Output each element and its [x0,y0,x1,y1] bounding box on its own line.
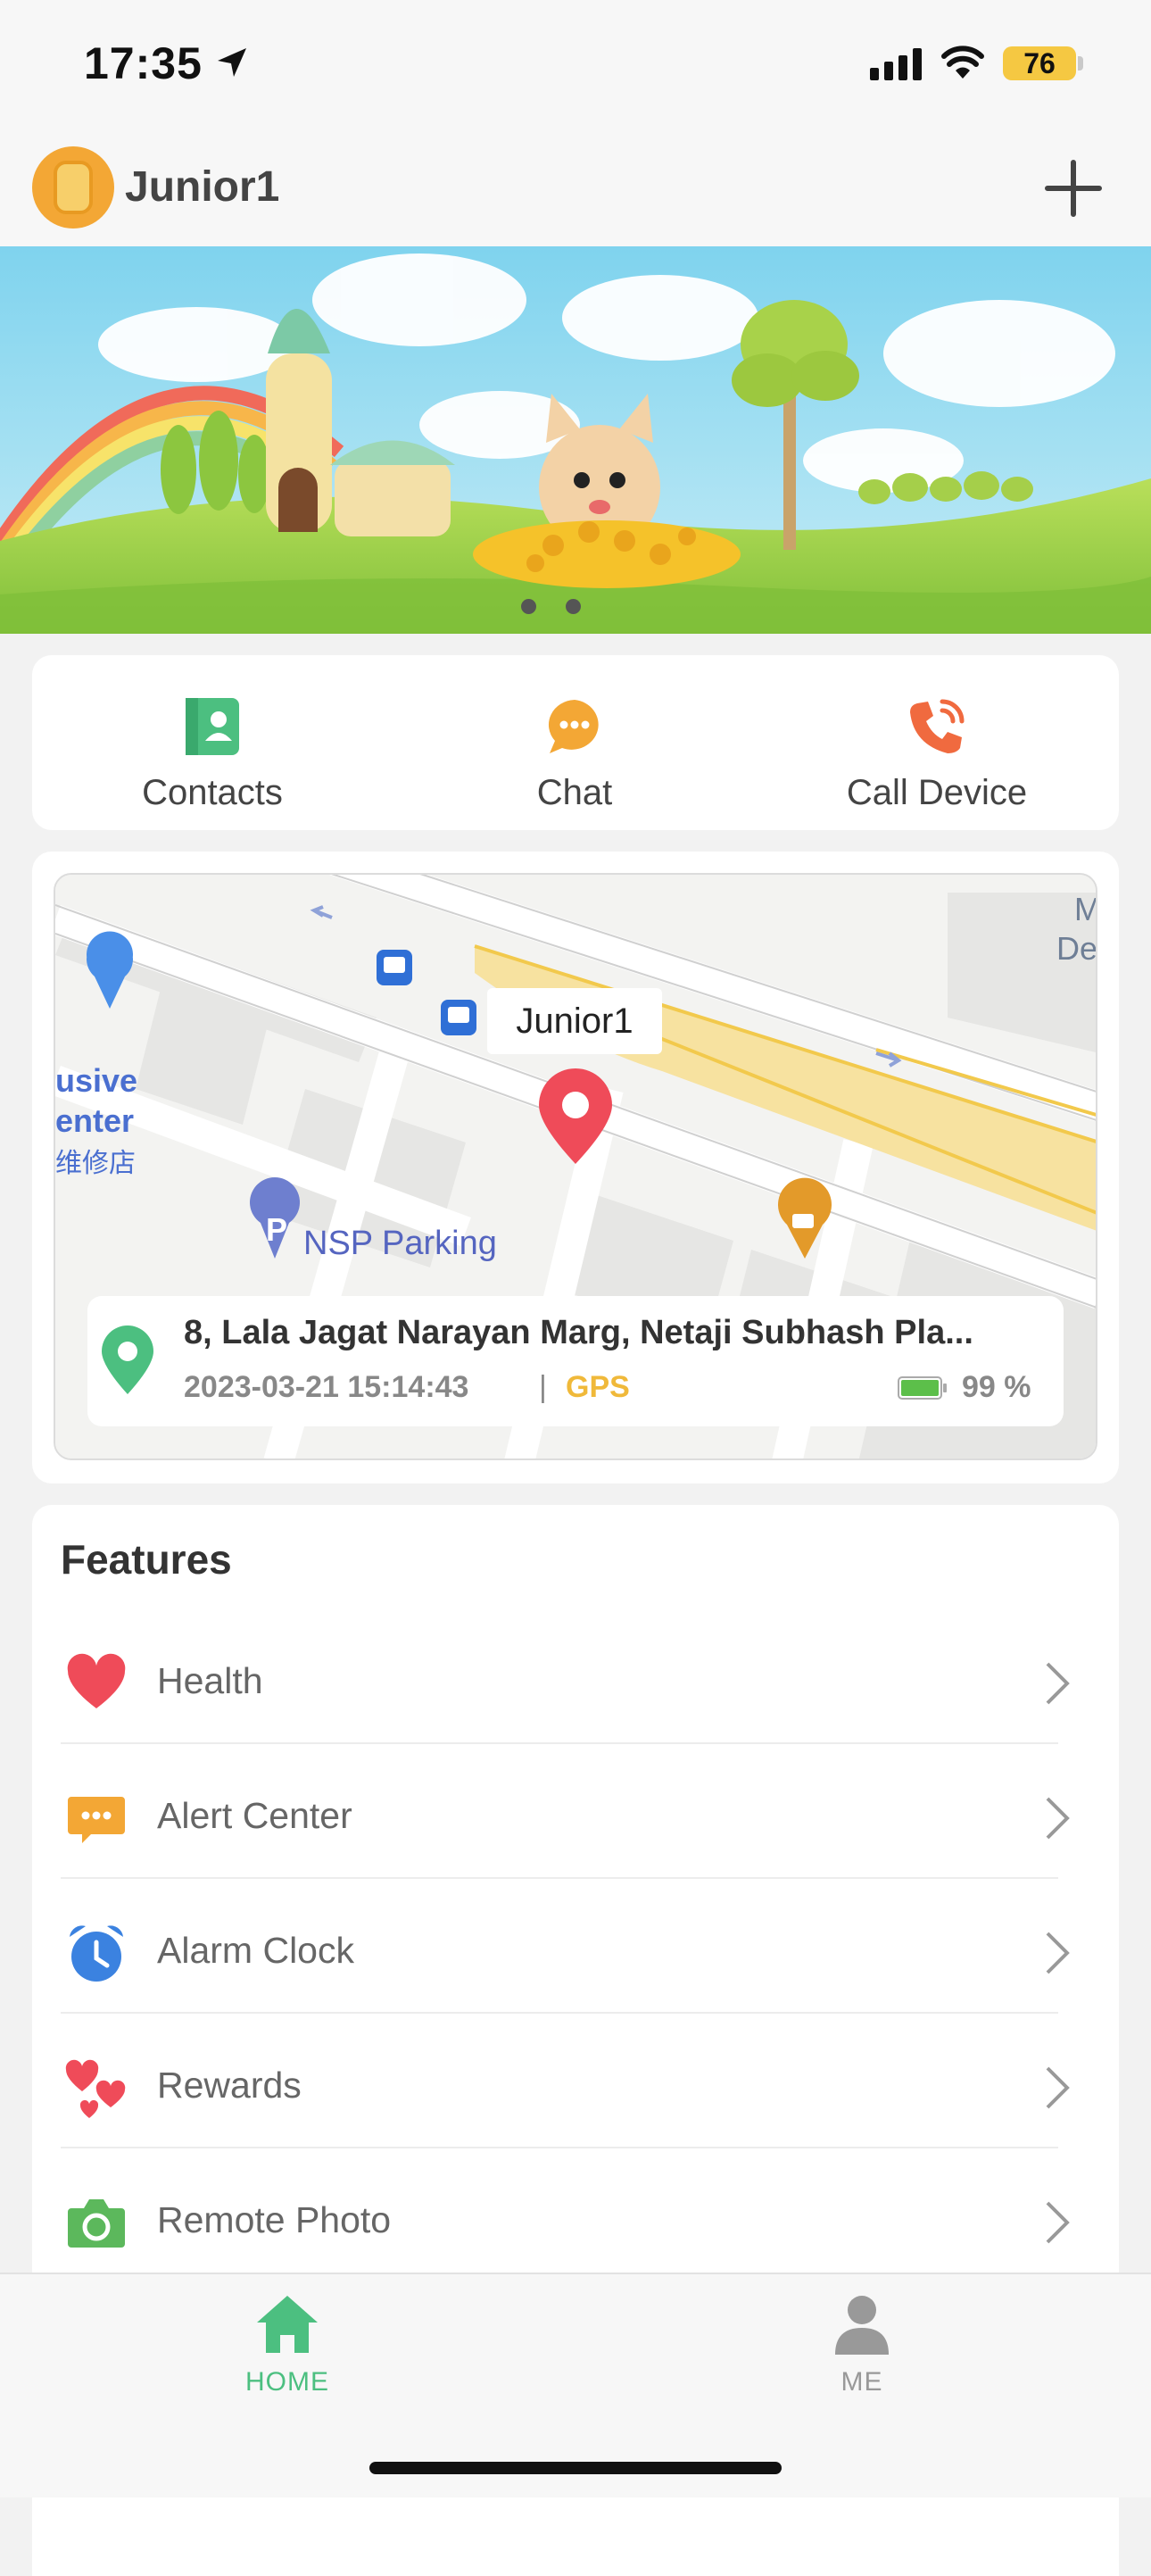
tab-me[interactable]: ME [773,2290,951,2397]
location-address: 8, Lala Jagat Narayan Marg, Netaji Subha… [184,1314,973,1351]
row-divider [61,2012,1058,2014]
map-label-poi: 维修店 [55,1149,136,1178]
chat-button[interactable]: Chat [459,694,691,813]
call-device-label: Call Device [846,773,1028,812]
battery-indicator: 76 [1003,46,1076,80]
tab-home-label: HOME [245,2367,329,2397]
map-label: De [1056,930,1097,967]
chevron-right-icon [1046,1662,1070,1705]
cellular-signal-icon [870,48,922,80]
feature-label: Health [157,1660,263,1701]
location-arrow-icon [218,48,246,77]
feature-label: Rewards [157,2065,302,2106]
person-icon [835,2296,889,2355]
phone-call-icon [910,699,965,753]
row-divider [61,1877,1058,1879]
chevron-right-icon [1046,2066,1070,2109]
banner-pagination[interactable] [521,599,592,615]
contacts-button[interactable]: Contacts [96,694,328,813]
banner-dot[interactable] [566,599,581,614]
hearts-reward-icon [65,2059,126,2118]
feature-row-alarm-clock[interactable]: Alarm Clock [61,1880,1087,2014]
home-icon [257,2296,318,2353]
wifi-icon [941,46,984,79]
feature-row-remote-photo[interactable]: Remote Photo [61,2149,1087,2283]
map-label-parking: NSP Parking [303,1225,497,1262]
chevron-right-icon [1046,1797,1070,1840]
row-divider [61,1742,1058,1744]
chat-label: Chat [536,773,613,812]
home-indicator[interactable] [369,2462,782,2474]
heart-icon [67,1653,126,1708]
location-timestamp: 2023-03-21 15:14:43 [184,1370,469,1404]
feature-label: Alert Center [157,1795,352,1836]
call-device-button[interactable]: Call Device [821,694,1053,813]
feature-row-rewards[interactable]: Rewards [61,2015,1087,2148]
location-pin-icon[interactable] [534,1068,617,1166]
info-separator: | [539,1370,547,1404]
map-label-poi: enter [55,1102,135,1139]
feature-label: Remote Photo [157,2199,392,2240]
device-marker-label: Junior1 [487,988,662,1054]
map-label-poi: usive [55,1062,138,1099]
alert-message-icon [68,1797,125,1843]
map-pin-icon [102,1325,153,1394]
contacts-icon [186,698,239,755]
map-label: M [1074,891,1096,928]
alarm-clock-icon [70,1925,123,1982]
promo-banner[interactable] [0,246,1151,634]
svg-text:P: P [266,1211,287,1248]
battery-icon [898,1376,947,1400]
feature-row-health[interactable]: Health [61,1610,1087,1744]
feature-label: Alarm Clock [157,1930,354,1971]
chevron-right-icon [1046,1932,1070,1974]
contacts-label: Contacts [142,773,283,812]
banner-dot[interactable] [521,599,536,614]
status-time: 17:35 [84,38,203,88]
feature-row-alert-center[interactable]: Alert Center [61,1745,1087,1879]
row-divider [61,2147,1058,2148]
location-source: GPS [566,1370,630,1404]
tab-me-label: ME [840,2367,883,2397]
battery-nub [1078,56,1083,71]
features-title: Features [61,1536,232,1583]
watch-icon [54,161,93,214]
tab-home[interactable]: HOME [198,2290,377,2397]
chevron-right-icon [1046,2201,1070,2244]
device-name[interactable]: Junior1 [125,162,279,212]
add-device-button[interactable] [1042,157,1105,220]
device-battery-percent: 99 % [962,1370,1031,1404]
camera-icon [68,2199,125,2248]
chat-bubble-icon [548,700,599,753]
